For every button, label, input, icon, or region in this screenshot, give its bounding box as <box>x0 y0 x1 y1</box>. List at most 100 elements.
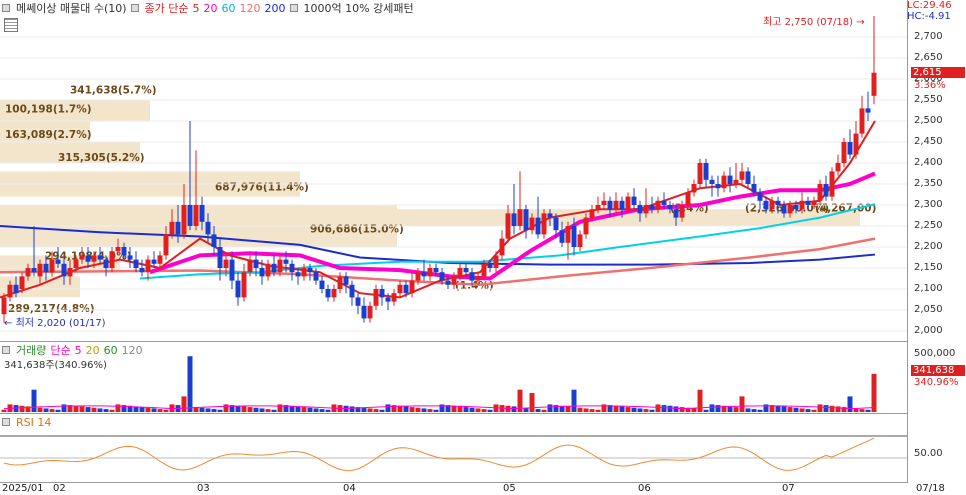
volume-bar <box>103 409 109 412</box>
volume-bar <box>691 408 697 412</box>
volume-bar <box>295 406 301 412</box>
price-axis-tick: 2,500 <box>914 115 943 126</box>
candle-body <box>217 247 223 268</box>
candle-body <box>775 200 781 205</box>
volume-bar <box>583 408 589 412</box>
candle-body <box>823 184 829 197</box>
volume-bar <box>361 407 367 412</box>
x-label-06: 06 <box>638 483 651 494</box>
candle-body <box>223 259 229 268</box>
volume-bar <box>367 408 373 412</box>
volume-bar <box>655 404 661 412</box>
volume-bar <box>181 396 187 412</box>
x-label-07: 07 <box>782 483 795 494</box>
candle-body <box>85 255 91 262</box>
candle-body <box>97 255 103 260</box>
volume-profile-bar <box>0 209 860 226</box>
volume-bar <box>817 404 823 412</box>
candle-body <box>595 205 601 210</box>
rsi-pane[interactable]: RSI 14 <box>0 414 907 483</box>
volume-bar <box>163 409 169 412</box>
candle-body <box>109 251 115 268</box>
candle-body <box>277 259 283 273</box>
candle-body <box>337 276 343 289</box>
x-label-07-18: 07/18 <box>916 483 945 494</box>
candle-body <box>301 268 307 277</box>
volume-bar <box>643 409 649 412</box>
candle-body <box>199 205 205 222</box>
candle-body <box>235 280 241 298</box>
volume-axis[interactable]: 500,000 341,638 340.96% <box>907 342 966 414</box>
rsi-line <box>3 437 875 472</box>
volume-bar <box>847 396 853 412</box>
volume-bar <box>319 409 325 412</box>
volume-bar <box>247 407 253 412</box>
volume-bar <box>415 407 421 412</box>
candle-body <box>649 205 655 210</box>
volume-bar <box>301 407 307 412</box>
volume-pane[interactable]: 거래량 단순 5 20 60 120 341,638주(340.96%) <box>0 342 907 414</box>
volume-bar <box>865 409 871 412</box>
price-axis-tick: 2,350 <box>914 178 943 189</box>
rsi-axis[interactable]: 50.00 <box>907 414 966 483</box>
candle-body <box>265 263 271 277</box>
candle-body <box>1 297 7 315</box>
volume-bar <box>223 404 229 412</box>
candle-body <box>385 297 391 302</box>
volume-bar <box>715 405 721 412</box>
candle-body <box>577 234 583 247</box>
candle-body <box>739 171 745 180</box>
price-chart-svg: 341,638(5.7%) 100,198(1.7%) 163,089(2.7%) 3… <box>0 16 907 332</box>
candle-body <box>811 200 817 205</box>
candle-body <box>733 179 739 184</box>
candle-body <box>91 255 97 262</box>
volume-bar <box>697 389 703 412</box>
volume-bar <box>535 409 541 412</box>
x-label-02: 02 <box>53 483 66 494</box>
volume-bar <box>265 409 271 412</box>
volume-bar <box>313 408 319 412</box>
candle-body <box>589 209 595 218</box>
price-axis-tick: 2,050 <box>914 304 943 315</box>
candle-body <box>817 184 823 201</box>
volume-bar <box>673 406 679 412</box>
volume-bar <box>589 409 595 412</box>
time-axis[interactable]: 2025/01 02 03 04 05 06 07 07/18 <box>0 483 966 495</box>
volume-bar <box>661 405 667 412</box>
x-label-04: 04 <box>343 483 356 494</box>
candle-body <box>769 200 775 210</box>
x-label-05: 05 <box>503 483 516 494</box>
rsi-axis-tick: 50.00 <box>914 448 943 459</box>
volume-bar <box>835 406 841 412</box>
price-chart-pane[interactable]: 메쎄이상 매물대 수(10) 종가 단순 5 20 60 120 200 100… <box>0 0 907 342</box>
volume-bar <box>619 406 625 412</box>
volume-bar <box>73 405 79 412</box>
volume-profile-label: 163,089(2.7%) <box>5 129 92 141</box>
candle-body <box>493 255 499 268</box>
candle-body <box>643 205 649 214</box>
volume-bar <box>409 407 415 412</box>
volume-bar <box>433 409 439 412</box>
candle-body <box>247 259 253 273</box>
candle-body <box>625 196 631 210</box>
candle-body <box>139 268 145 273</box>
candle-body <box>619 200 625 210</box>
volume-bar <box>55 409 61 412</box>
candle-body <box>571 226 577 247</box>
candle-body <box>787 205 793 214</box>
candle-body <box>19 276 25 289</box>
candle-body <box>259 268 265 277</box>
volume-bar <box>235 405 241 412</box>
candle-body <box>691 184 697 193</box>
candle-body <box>607 200 613 210</box>
volume-bar <box>307 407 313 412</box>
price-axis[interactable]: LC:29.46 HC:-4.91 2,700 2,650 2,600 2,550 2,… <box>907 0 966 342</box>
candle-body <box>175 221 181 235</box>
candle-body <box>127 255 133 260</box>
candle-body <box>115 247 121 252</box>
volume-bar <box>259 408 265 412</box>
candle-body <box>43 263 49 273</box>
volume-bar <box>793 407 799 412</box>
candle-body <box>853 133 859 155</box>
candle-body <box>121 247 127 256</box>
